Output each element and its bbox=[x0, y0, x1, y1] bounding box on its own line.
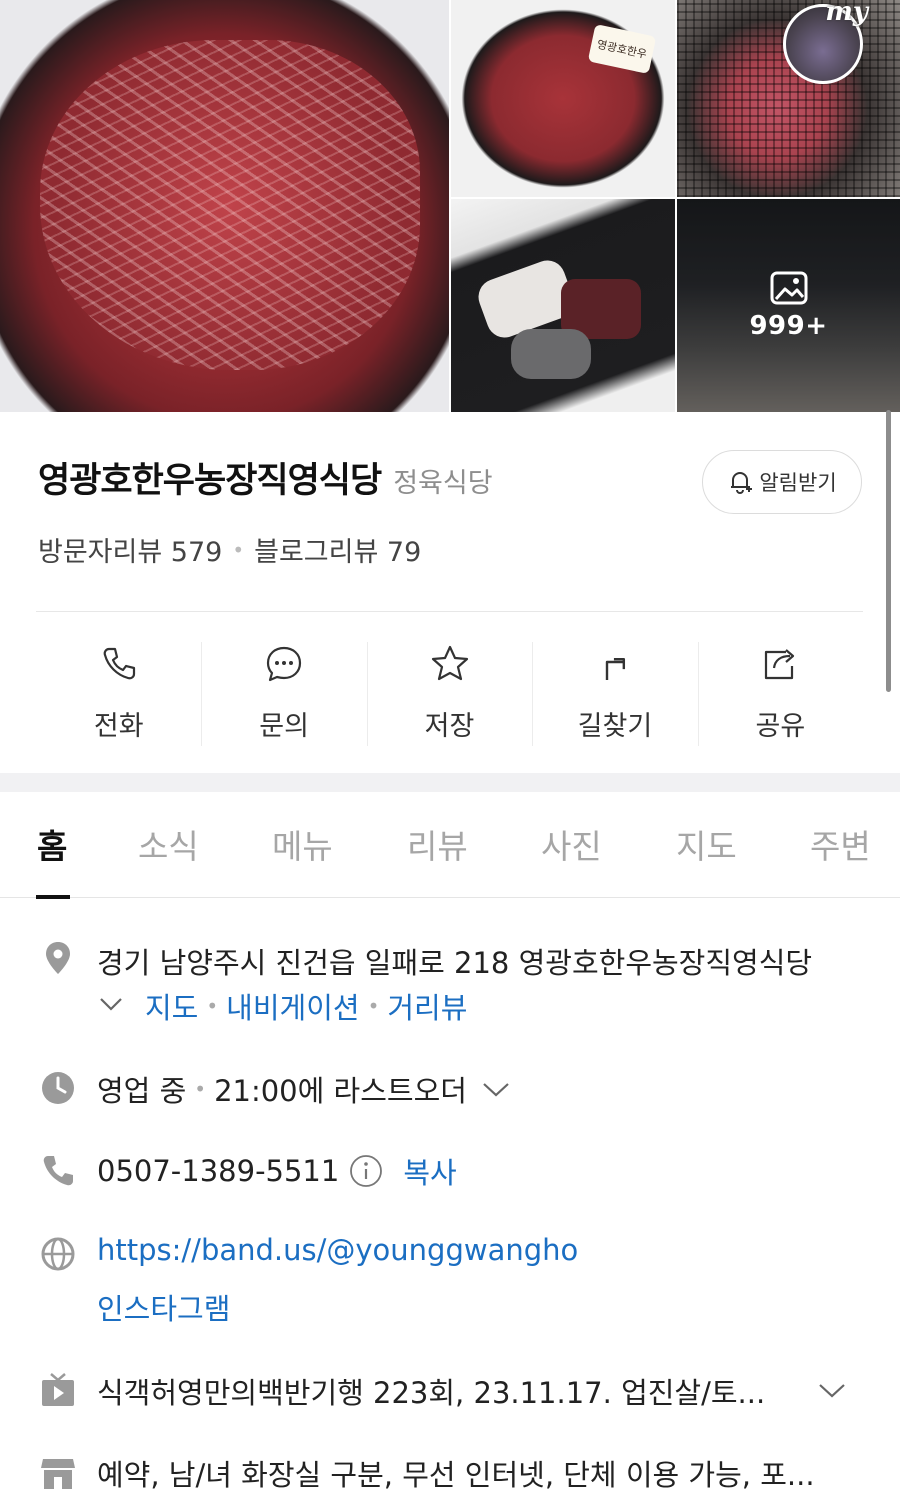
separator-dot: • bbox=[194, 1077, 207, 1101]
beef-platter-image bbox=[40, 40, 420, 370]
phone-icon bbox=[43, 1156, 73, 1186]
divider bbox=[36, 611, 863, 612]
photo-more-thumbnail[interactable]: 999+ bbox=[677, 199, 900, 412]
tab-news[interactable]: 소식 bbox=[138, 820, 199, 868]
chevron-down-icon[interactable] bbox=[817, 1379, 847, 1401]
photo-thumbnail-1[interactable]: 영광호한우 bbox=[451, 0, 675, 197]
address-text: 경기 남양주시 진건읍 일패로 218 영광호한우농장직영식당 bbox=[97, 946, 813, 980]
main-photo[interactable] bbox=[0, 0, 449, 412]
place-name: 영광호한우농장직영식당 bbox=[38, 461, 382, 501]
tab-photos[interactable]: 사진 bbox=[541, 820, 602, 868]
inquiry-button[interactable]: 문의 bbox=[201, 640, 366, 746]
copy-phone-button[interactable]: 복사 bbox=[403, 1150, 456, 1192]
directions-label: 길찾기 bbox=[577, 711, 653, 742]
save-button[interactable]: 저장 bbox=[366, 640, 532, 746]
amenities-text: 예약, 남/녀 화장실 구분, 무선 인터넷, 단체 이용 가능, 포... bbox=[97, 1458, 815, 1492]
share-button[interactable]: 공유 bbox=[697, 640, 863, 746]
tab-nearby[interactable]: 주변 bbox=[810, 820, 871, 868]
my-profile-badge[interactable]: my bbox=[783, 0, 868, 84]
location-pin-icon bbox=[46, 942, 70, 974]
globe-icon bbox=[41, 1237, 75, 1271]
title-row: 영광호한우농장직영식당 정육식당 bbox=[38, 452, 493, 503]
photo-tag: 영광호한우 bbox=[587, 23, 657, 75]
tv-appearance-text: 식객허영만의백반기행 223회, 23.11.17. 업진살/토... bbox=[97, 1376, 766, 1410]
info-icon[interactable] bbox=[349, 1154, 383, 1188]
place-category: 정육식당 bbox=[393, 468, 493, 499]
share-label: 공유 bbox=[755, 711, 806, 742]
scrollbar[interactable] bbox=[886, 410, 891, 692]
tab-home[interactable]: 홈 bbox=[37, 820, 67, 868]
photo-gallery[interactable]: 영광호한우 999+ my bbox=[0, 0, 900, 412]
website-link[interactable]: https://band.us/@younggwangho bbox=[97, 1233, 578, 1267]
phone-icon bbox=[103, 647, 135, 680]
alert-button[interactable]: 알림받기 bbox=[702, 450, 862, 514]
section-divider-band bbox=[0, 773, 900, 792]
phone-number[interactable]: 0507-1389-5511 bbox=[97, 1154, 339, 1188]
directions-icon bbox=[605, 657, 625, 680]
review-summary: 방문자리뷰 579 • 블로그리뷰 79 bbox=[38, 530, 421, 569]
tab-menu[interactable]: 메뉴 bbox=[272, 820, 333, 868]
call-button[interactable]: 전화 bbox=[36, 640, 201, 746]
store-icon bbox=[41, 1459, 75, 1489]
chevron-down-icon[interactable] bbox=[98, 993, 124, 1015]
visitor-reviews-link[interactable]: 방문자리뷰 579 bbox=[38, 530, 222, 569]
map-link[interactable]: 지도 bbox=[145, 985, 198, 1027]
save-label: 저장 bbox=[424, 711, 475, 742]
active-tab-indicator bbox=[36, 895, 70, 899]
action-bar: 전화 문의 저장 길찾기 공유 bbox=[36, 640, 863, 746]
blog-reviews-link[interactable]: 블로그리뷰 79 bbox=[254, 530, 421, 569]
photo-more-overlay: 999+ bbox=[677, 199, 900, 412]
mushroom-image bbox=[511, 329, 591, 379]
navigation-link[interactable]: 내비게이션 bbox=[226, 985, 359, 1027]
separator-dot: • bbox=[206, 994, 219, 1018]
phone-row: 0507-1389-5511 복사 bbox=[97, 1150, 457, 1192]
hours-detail: 21:00에 라스트오더 bbox=[214, 1074, 467, 1108]
tab-reviews[interactable]: 리뷰 bbox=[407, 820, 468, 868]
directions-button[interactable]: 길찾기 bbox=[532, 640, 697, 746]
tv-icon bbox=[42, 1373, 74, 1406]
photo-count: 999+ bbox=[749, 310, 828, 341]
chevron-down-icon bbox=[483, 1083, 509, 1097]
address-links: 지도 • 내비게이션 • 거리뷰 bbox=[145, 985, 467, 1027]
instagram-link[interactable]: 인스타그램 bbox=[97, 1286, 230, 1328]
my-label: my bbox=[825, 0, 868, 27]
inquiry-label: 문의 bbox=[259, 711, 309, 742]
hours-status: 영업 중 bbox=[97, 1074, 187, 1108]
separator-dot: • bbox=[367, 994, 380, 1018]
tab-map[interactable]: 지도 bbox=[676, 820, 737, 868]
call-label: 전화 bbox=[93, 711, 144, 742]
chat-icon bbox=[267, 646, 302, 682]
separator-dot: • bbox=[232, 537, 245, 562]
bell-plus-icon bbox=[731, 472, 753, 494]
photo-thumbnail-3[interactable] bbox=[451, 199, 675, 412]
star-icon bbox=[431, 645, 468, 681]
hours-row[interactable]: 영업 중 • 21:00에 라스트오더 bbox=[97, 1068, 511, 1110]
clock-icon bbox=[42, 1072, 74, 1104]
alert-label: 알림받기 bbox=[759, 471, 837, 495]
street-view-link[interactable]: 거리뷰 bbox=[387, 985, 467, 1027]
share-icon bbox=[765, 649, 795, 680]
image-icon bbox=[770, 271, 807, 304]
